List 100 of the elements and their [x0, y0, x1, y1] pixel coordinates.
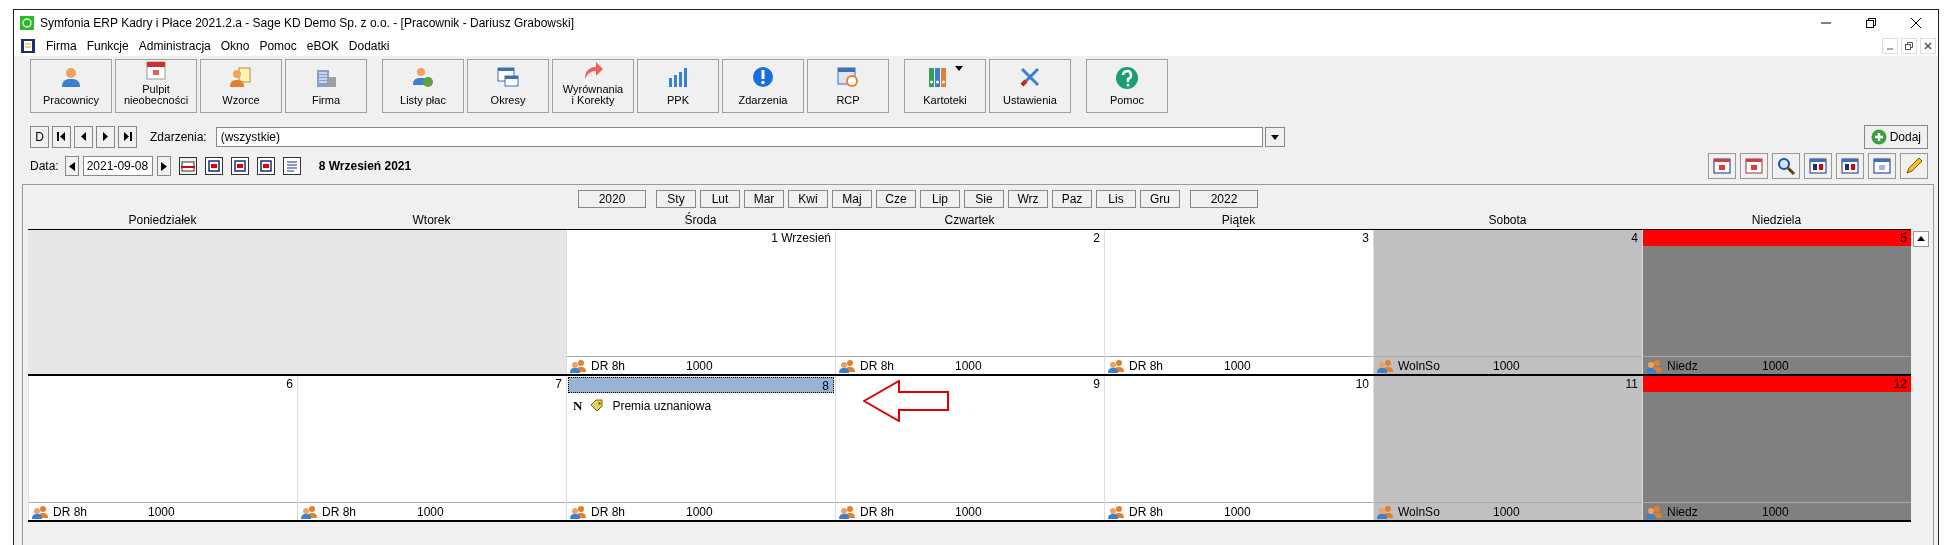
triangle-icon	[68, 161, 75, 171]
weekday-header: Poniedziałek	[127, 212, 198, 227]
calendar-week-icon[interactable]	[230, 157, 249, 175]
day-number: 1 Wrzesień	[770, 230, 832, 246]
calendar-strike-icon[interactable]	[178, 157, 197, 175]
restore-icon[interactable]	[1901, 38, 1917, 54]
menu-item[interactable]: Firma	[46, 39, 77, 53]
people-icon	[1108, 504, 1124, 519]
toolbar-button[interactable]: Wzorce	[200, 59, 282, 113]
day-number: 8	[568, 377, 834, 393]
day-cell[interactable]: 4 WolnSo 1000	[1373, 230, 1642, 374]
document-icon[interactable]	[20, 38, 36, 54]
schedule-code: WolnSo	[1398, 358, 1441, 373]
dropdown-icon[interactable]	[1264, 126, 1285, 147]
icon-button[interactable]	[1836, 153, 1864, 179]
toolbar-button[interactable]: Ustawienia	[989, 59, 1071, 113]
toolbar-button[interactable]: Firma	[285, 59, 367, 113]
window-title: Symfonia ERP Kadry i Płace 2021.2.a - Sage KD Demo Sp. z o.o. - [Pracownik - Dariusz Grabowski]	[40, 16, 574, 30]
day-cell[interactable]: 9 DR 8h 1000	[835, 376, 1104, 520]
day-cell[interactable]: 7 DR 8h 1000	[297, 376, 566, 520]
first-button[interactable]	[52, 125, 71, 148]
icon-button[interactable]	[1900, 153, 1928, 179]
prev-button[interactable]	[64, 156, 79, 176]
amount: 1000	[1493, 504, 1520, 519]
toolbar-button[interactable]: PPK	[637, 59, 719, 113]
toolbar-button[interactable]: Pomoc	[1086, 59, 1168, 113]
filter-label: Zdarzenia:	[150, 129, 207, 144]
next-button[interactable]	[96, 125, 115, 148]
toolbar-button[interactable]: RCP	[807, 59, 889, 113]
day-cell[interactable]: 6 DR 8h 1000	[28, 376, 297, 520]
month-button[interactable]: Sty	[656, 190, 696, 208]
add-button[interactable]: Dodaj	[1863, 124, 1928, 149]
event-label[interactable]: Premia uznaniowa	[612, 399, 712, 413]
weekday-header: Wtorek	[411, 212, 452, 227]
close-icon[interactable]	[1910, 17, 1922, 29]
calendar-icon	[145, 59, 167, 81]
new-button[interactable]: D	[30, 125, 49, 148]
toolbar-button[interactable]: Zdarzenia	[722, 59, 804, 113]
list-icon[interactable]	[282, 157, 301, 175]
amount: 1000	[1762, 358, 1789, 373]
toolbar-button[interactable]: Pracownicy	[30, 59, 112, 113]
year-button[interactable]: 2020	[578, 190, 646, 208]
day-cell[interactable]: 8 N Premia uznaniowa DR 8h 1000	[566, 376, 835, 520]
month-button[interactable]: Sie	[964, 190, 1004, 208]
prev-button[interactable]	[74, 125, 93, 148]
app-icon	[20, 16, 34, 30]
toolbar-button[interactable]: Pulpit nieobecności	[115, 59, 197, 113]
schedule-code: DR 8h	[322, 504, 357, 519]
restore-icon[interactable]	[1865, 17, 1877, 29]
pencil-icon	[1904, 156, 1924, 176]
month-button[interactable]: Lip	[920, 190, 960, 208]
month-button[interactable]: Lut	[700, 190, 740, 208]
menu-item[interactable]: Administracja	[138, 39, 211, 53]
schedule-code: DR 8h	[1129, 358, 1164, 373]
people-icon	[570, 504, 586, 519]
toolbar-button[interactable]: Kartoteki	[904, 59, 986, 113]
date-field[interactable]: 2021-09-08	[82, 156, 153, 176]
menu-item[interactable]: Funkcje	[86, 39, 129, 53]
icon-button[interactable]	[1804, 153, 1832, 179]
month-button[interactable]: Mar	[744, 190, 784, 208]
menu-item[interactable]: Pomoc	[259, 39, 297, 53]
day-cell[interactable]: 3 DR 8h 1000	[1104, 230, 1373, 374]
month-button[interactable]: Cze	[876, 190, 916, 208]
people-icon	[1646, 504, 1662, 519]
last-button[interactable]	[118, 125, 137, 148]
day-cell[interactable]: 1 Wrzesień DR 8h 1000	[566, 230, 835, 374]
menu-item[interactable]: Okno	[220, 39, 250, 53]
menu-item[interactable]: eBOK	[306, 39, 339, 53]
month-button[interactable]: Paz	[1052, 190, 1092, 208]
month-button[interactable]: Gru	[1140, 190, 1180, 208]
schedule-code: DR 8h	[860, 504, 895, 519]
icon-button[interactable]	[1772, 153, 1800, 179]
bar-chart-icon	[667, 66, 689, 88]
month-button[interactable]: Lis	[1096, 190, 1136, 208]
people-icon	[230, 66, 252, 88]
day-cell[interactable]: 5 Niedz 1000	[1642, 230, 1911, 374]
date-label: Data:	[30, 159, 59, 173]
day-cell[interactable]: 11 WolnSo 1000	[1373, 376, 1642, 520]
weekday-header: Środa	[683, 212, 718, 227]
toolbar-button[interactable]: Okresy	[467, 59, 549, 113]
day-cell[interactable]: 12 Niedz 1000	[1642, 376, 1911, 520]
menu-item[interactable]: Dodatki	[348, 39, 390, 53]
toolbar-button[interactable]: Wyrównania i Korekty	[552, 59, 634, 113]
month-button[interactable]: Wrz	[1008, 190, 1048, 208]
day-cell[interactable]: 2 DR 8h 1000	[835, 230, 1104, 374]
month-button[interactable]: Kwi	[788, 190, 828, 208]
calendar-day-icon[interactable]	[204, 157, 223, 175]
toolbar-button[interactable]: Listy płac	[382, 59, 464, 113]
schedule-code: WolnSo	[1398, 504, 1441, 519]
day-number: 2	[1092, 230, 1101, 246]
people-icon	[1646, 358, 1662, 373]
day-number: 4	[1630, 230, 1639, 246]
day-cell[interactable]: 10 DR 8h 1000	[1104, 376, 1373, 520]
people-icon	[839, 358, 855, 373]
next-button[interactable]	[156, 156, 171, 176]
scroll-up-icon[interactable]	[1912, 231, 1929, 247]
year-button[interactable]: 2022	[1190, 190, 1258, 208]
calendar-month-icon[interactable]	[256, 157, 275, 175]
tag-icon	[590, 399, 605, 413]
month-button[interactable]: Maj	[832, 190, 872, 208]
